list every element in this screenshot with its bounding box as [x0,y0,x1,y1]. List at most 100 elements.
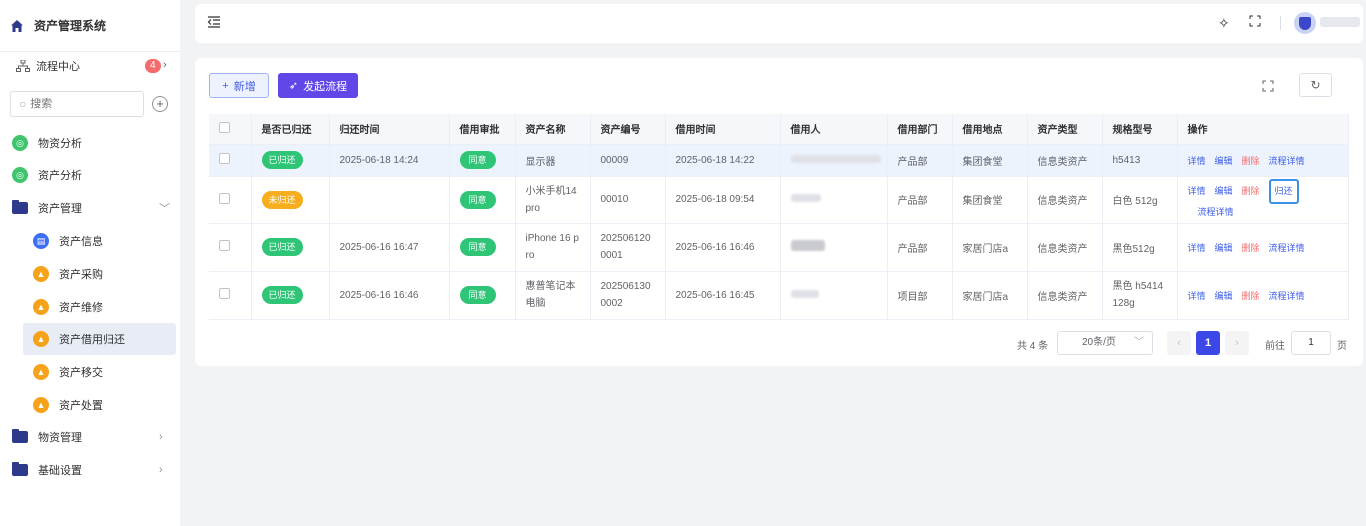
returned-cell: 未归还 [251,176,330,224]
sidebar-item-label: 资产维修 [59,302,103,314]
table-row[interactable]: 未归还 同意 小米手机14pro 00010 2025-06-18 09:54 … [209,176,1349,224]
detail-link[interactable]: 详情 [1188,186,1206,196]
approval-badge: 同意 [459,238,496,256]
column-header: 借用部门 [887,114,953,145]
returned-cell: 已归还 [251,144,330,177]
prev-page-button[interactable]: ‹ [1167,331,1191,355]
flow-detail-link[interactable]: 流程详情 [1269,291,1305,301]
actions-cell: 详情 编辑 删除 流程详情 [1177,223,1349,272]
row-checkbox[interactable] [219,153,230,164]
boxes-icon: ▲ [33,331,49,347]
detail-link[interactable]: 详情 [1188,243,1206,253]
page-size-value: 20条/页 [1082,337,1116,348]
row-select-cell[interactable] [209,176,252,224]
table-row[interactable]: 已归还 2025-06-16 16:47 同意 iPhone 16 pro 20… [209,223,1349,272]
menu-search[interactable]: ○ [10,91,144,117]
detail-link[interactable]: 详情 [1188,156,1206,166]
detail-link[interactable]: 详情 [1188,291,1206,301]
approval-cell: 同意 [449,144,516,177]
row-checkbox[interactable] [219,192,230,204]
collapse-menu-icon[interactable] [207,16,221,28]
next-page-button[interactable]: › [1225,331,1249,355]
refresh-button[interactable]: ↻ [1299,73,1332,97]
return-link[interactable]: 归还 [1268,178,1299,204]
delete-link[interactable]: 删除 [1242,243,1260,253]
dept-cell: 产品部 [887,176,953,224]
sidebar-item-label: 资产采购 [59,269,103,281]
redacted-name [790,154,881,163]
table-row[interactable]: 已归还 2025-06-16 16:46 同意 惠普笔记本电脑 20250613… [209,271,1349,320]
sidebar-item-label: 资产移交 [59,367,103,379]
folder-icon [12,462,28,476]
place-cell: 家居门店a [952,223,1028,272]
pin-icon[interactable]: ✧ [1218,15,1230,32]
dept-cell: 项目部 [887,271,953,320]
add-circle-icon[interactable]: + [152,96,168,112]
row-select-cell[interactable] [209,144,252,177]
sidebar-item-label: 基础设置 [38,465,82,477]
sidebar-item-asset-info[interactable]: ▤ 资产信息 [0,225,180,257]
delete-link[interactable]: 删除 [1242,291,1260,301]
fullscreen-icon[interactable] [1249,15,1261,27]
column-header: 是否已归还 [251,114,330,145]
avatar[interactable] [1294,12,1316,34]
return-time-cell: 2025-06-16 16:47 [329,223,450,272]
sidebar-item-asset-disposal[interactable]: ▲ 资产处置 [0,389,180,421]
select-all-cell[interactable] [209,114,252,145]
chevron-right-icon: › [163,59,167,71]
page-number-button[interactable]: 1 [1196,331,1220,355]
delete-link[interactable]: 删除 [1242,156,1260,166]
chevron-down-icon: ﹀ [1134,337,1144,348]
edit-link[interactable]: 编辑 [1215,291,1233,301]
spec-cell: 白色 512g [1102,176,1178,224]
fullscreen-icon[interactable] [1262,80,1274,92]
table-row[interactable]: 已归还 2025-06-18 14:24 同意 显示器 00009 2025-0… [209,144,1349,177]
top-bar: ✧ [195,4,1363,43]
select-all-checkbox[interactable] [219,121,230,133]
asset-no-cell: 2025061200001 [590,223,666,272]
edit-link[interactable]: 编辑 [1215,156,1233,166]
asset-no-cell: 00010 [590,176,666,224]
add-button[interactable]: + 新增 [209,73,269,98]
approval-cell: 同意 [449,223,516,272]
flow-center[interactable]: 流程中心 4 › [0,53,180,79]
boxes-icon: ▲ [33,299,49,315]
spec-cell: h5413 [1102,144,1178,177]
flow-detail-link[interactable]: 流程详情 [1198,207,1234,217]
edit-link[interactable]: 编辑 [1215,186,1233,196]
flow-detail-link[interactable]: 流程详情 [1269,156,1305,166]
sidebar-item-asset-repair[interactable]: ▲ 资产维修 [0,291,180,323]
start-flow-button[interactable]: ➶ 发起流程 [278,73,358,98]
sidebar-item-material-analysis[interactable]: ◎ 物资分析 [0,127,180,159]
sidebar-item-asset-purchase[interactable]: ▲ 资产采购 [0,258,180,290]
asset-name-cell: iPhone 16 pro [515,223,591,272]
actions-cell: 详情 编辑 删除 流程详情 [1177,144,1349,177]
sidebar-item-asset-analysis[interactable]: ◎ 资产分析 [0,159,180,191]
sidebar-item-asset-management[interactable]: 资产管理 ﹀ [0,192,180,224]
sidebar-item-basic-settings[interactable]: 基础设置 › [0,454,180,486]
sidebar-item-asset-borrow-return[interactable]: ▲ 资产借用归还 [23,323,176,355]
user-name-blurred[interactable] [1320,17,1360,27]
flow-detail-link[interactable]: 流程详情 [1269,243,1305,253]
table-header-row: 是否已归还 归还时间 借用审批 资产名称 资产编号 借用时间 借用人 借用部门 … [209,114,1349,145]
status-badge: 已归还 [261,286,303,304]
spec-cell: 黑色 h5414 128g [1102,271,1178,320]
search-input[interactable] [30,98,131,110]
sidebar-item-asset-transfer[interactable]: ▲ 资产移交 [0,356,180,388]
row-checkbox[interactable] [219,288,230,299]
place-cell: 集团食堂 [952,144,1028,177]
brand-header[interactable]: 资产管理系统 [0,0,180,52]
row-select-cell[interactable] [209,223,252,272]
column-header: 借用时间 [665,114,781,145]
goto-page-input[interactable]: 1 [1291,331,1331,355]
dept-cell: 产品部 [887,223,953,272]
delete-link[interactable]: 删除 [1242,186,1260,196]
org-chart-icon [16,60,30,72]
row-checkbox[interactable] [219,240,230,251]
type-cell: 信息类资产 [1027,144,1103,177]
row-select-cell[interactable] [209,271,252,320]
dept-cell: 产品部 [887,144,953,177]
page-size-select[interactable]: 20条/页 ﹀ [1057,331,1153,355]
edit-link[interactable]: 编辑 [1215,243,1233,253]
sidebar-item-material-management[interactable]: 物资管理 › [0,421,180,453]
